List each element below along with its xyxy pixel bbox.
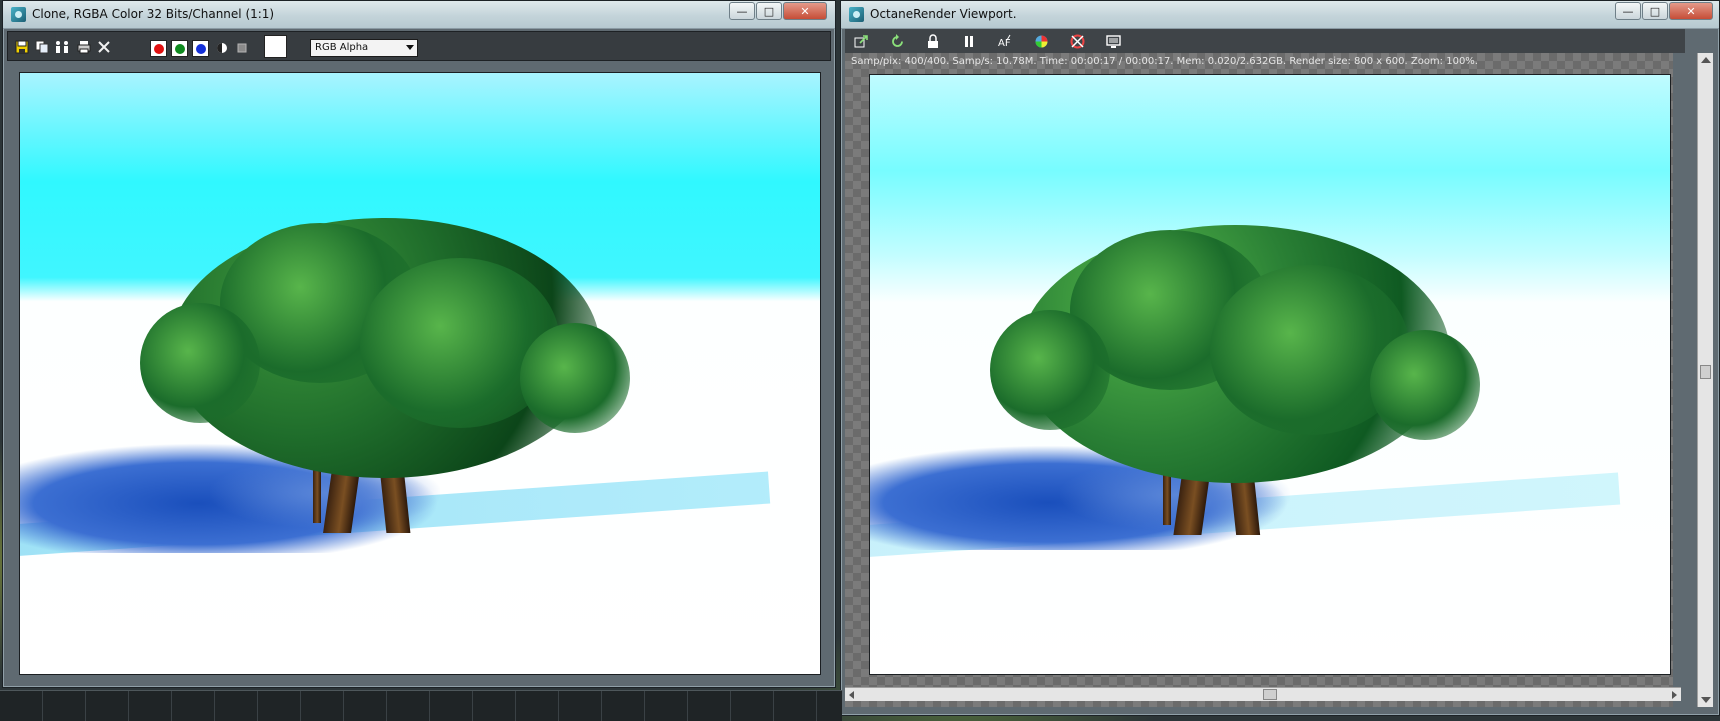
chevron-down-icon [406,45,414,50]
blue-channel-toggle[interactable] [192,40,209,57]
octane-titlebar[interactable]: OctaneRender Viewport. — □ ✕ [841,1,1719,29]
app-icon [849,7,864,22]
display-icon[interactable] [1105,33,1121,49]
blue-channel-dot [195,43,206,54]
background-color-swatch[interactable] [264,35,287,58]
scroll-left-arrow-icon[interactable] [849,691,854,699]
refresh-icon[interactable] [889,33,905,49]
window-title: OctaneRender Viewport. [870,7,1017,21]
scroll-right-arrow-icon[interactable] [1672,691,1677,699]
render-status: Samp/pix: 400/400. Samp/s: 10.78M. Time:… [851,56,1478,67]
octane-toolbar: AF [845,29,1685,53]
tree-leaves-4 [1370,330,1480,440]
app-icon [11,7,26,22]
vertical-scrollbar[interactable] [1697,53,1713,707]
print-icon[interactable] [76,39,92,55]
horizontal-scrollbar[interactable] [845,687,1681,701]
window-title: Clone, RGBA Color 32 Bits/Channel (1:1) [32,7,275,21]
minimize-button[interactable]: — [1615,2,1641,20]
save-icon[interactable] [14,39,30,55]
svg-text:AF: AF [998,38,1011,49]
region-render-icon[interactable] [1069,33,1085,49]
channel-select[interactable]: RGB Alpha [310,39,418,57]
green-channel-toggle[interactable] [171,40,188,57]
green-channel-dot [174,43,185,54]
lock-icon[interactable] [925,33,941,49]
vertical-scroll-thumb[interactable] [1700,365,1711,379]
octane-render-image [869,74,1671,675]
copy-icon[interactable] [34,39,50,55]
frame-buffer-window: Clone, RGBA Color 32 Bits/Channel (1:1) … [2,0,836,688]
scroll-up-arrow-icon[interactable] [1701,57,1711,63]
close-button[interactable]: ✕ [783,2,827,20]
minimize-button[interactable]: — [729,2,755,20]
viewport-grid-background [0,690,842,721]
horizontal-scroll-thumb[interactable] [1263,689,1277,700]
pause-icon[interactable] [961,33,977,49]
maximize-button[interactable]: □ [1642,2,1668,20]
window-controls: — □ ✕ [1615,2,1713,20]
frame-buffer-image [19,72,821,675]
close-button[interactable]: ✕ [1669,2,1713,20]
tree-leaves-3 [140,303,260,423]
color-picker-icon[interactable] [1033,33,1049,49]
red-channel-dot [153,43,164,54]
window-controls: — □ ✕ [729,2,827,20]
tree-leaves-3 [990,310,1110,430]
autofocus-icon[interactable]: AF [997,33,1013,49]
tree-leaves-4 [520,323,630,433]
export-icon[interactable] [853,33,869,49]
frame-buffer-titlebar[interactable]: Clone, RGBA Color 32 Bits/Channel (1:1) … [3,1,835,29]
maximize-button[interactable]: □ [756,2,782,20]
scroll-down-arrow-icon[interactable] [1701,697,1711,703]
clone-icon[interactable] [54,39,70,55]
frame-buffer-toolbar: RGB Alpha [7,31,831,61]
monochrome-icon[interactable] [214,40,230,56]
alpha-toggle-icon[interactable] [234,40,250,56]
red-channel-toggle[interactable] [150,40,167,57]
clear-icon[interactable] [96,39,112,55]
channel-select-value: RGB Alpha [315,42,369,53]
octane-viewport-window: OctaneRender Viewport. — □ ✕ AF Samp/pix… [840,0,1720,716]
